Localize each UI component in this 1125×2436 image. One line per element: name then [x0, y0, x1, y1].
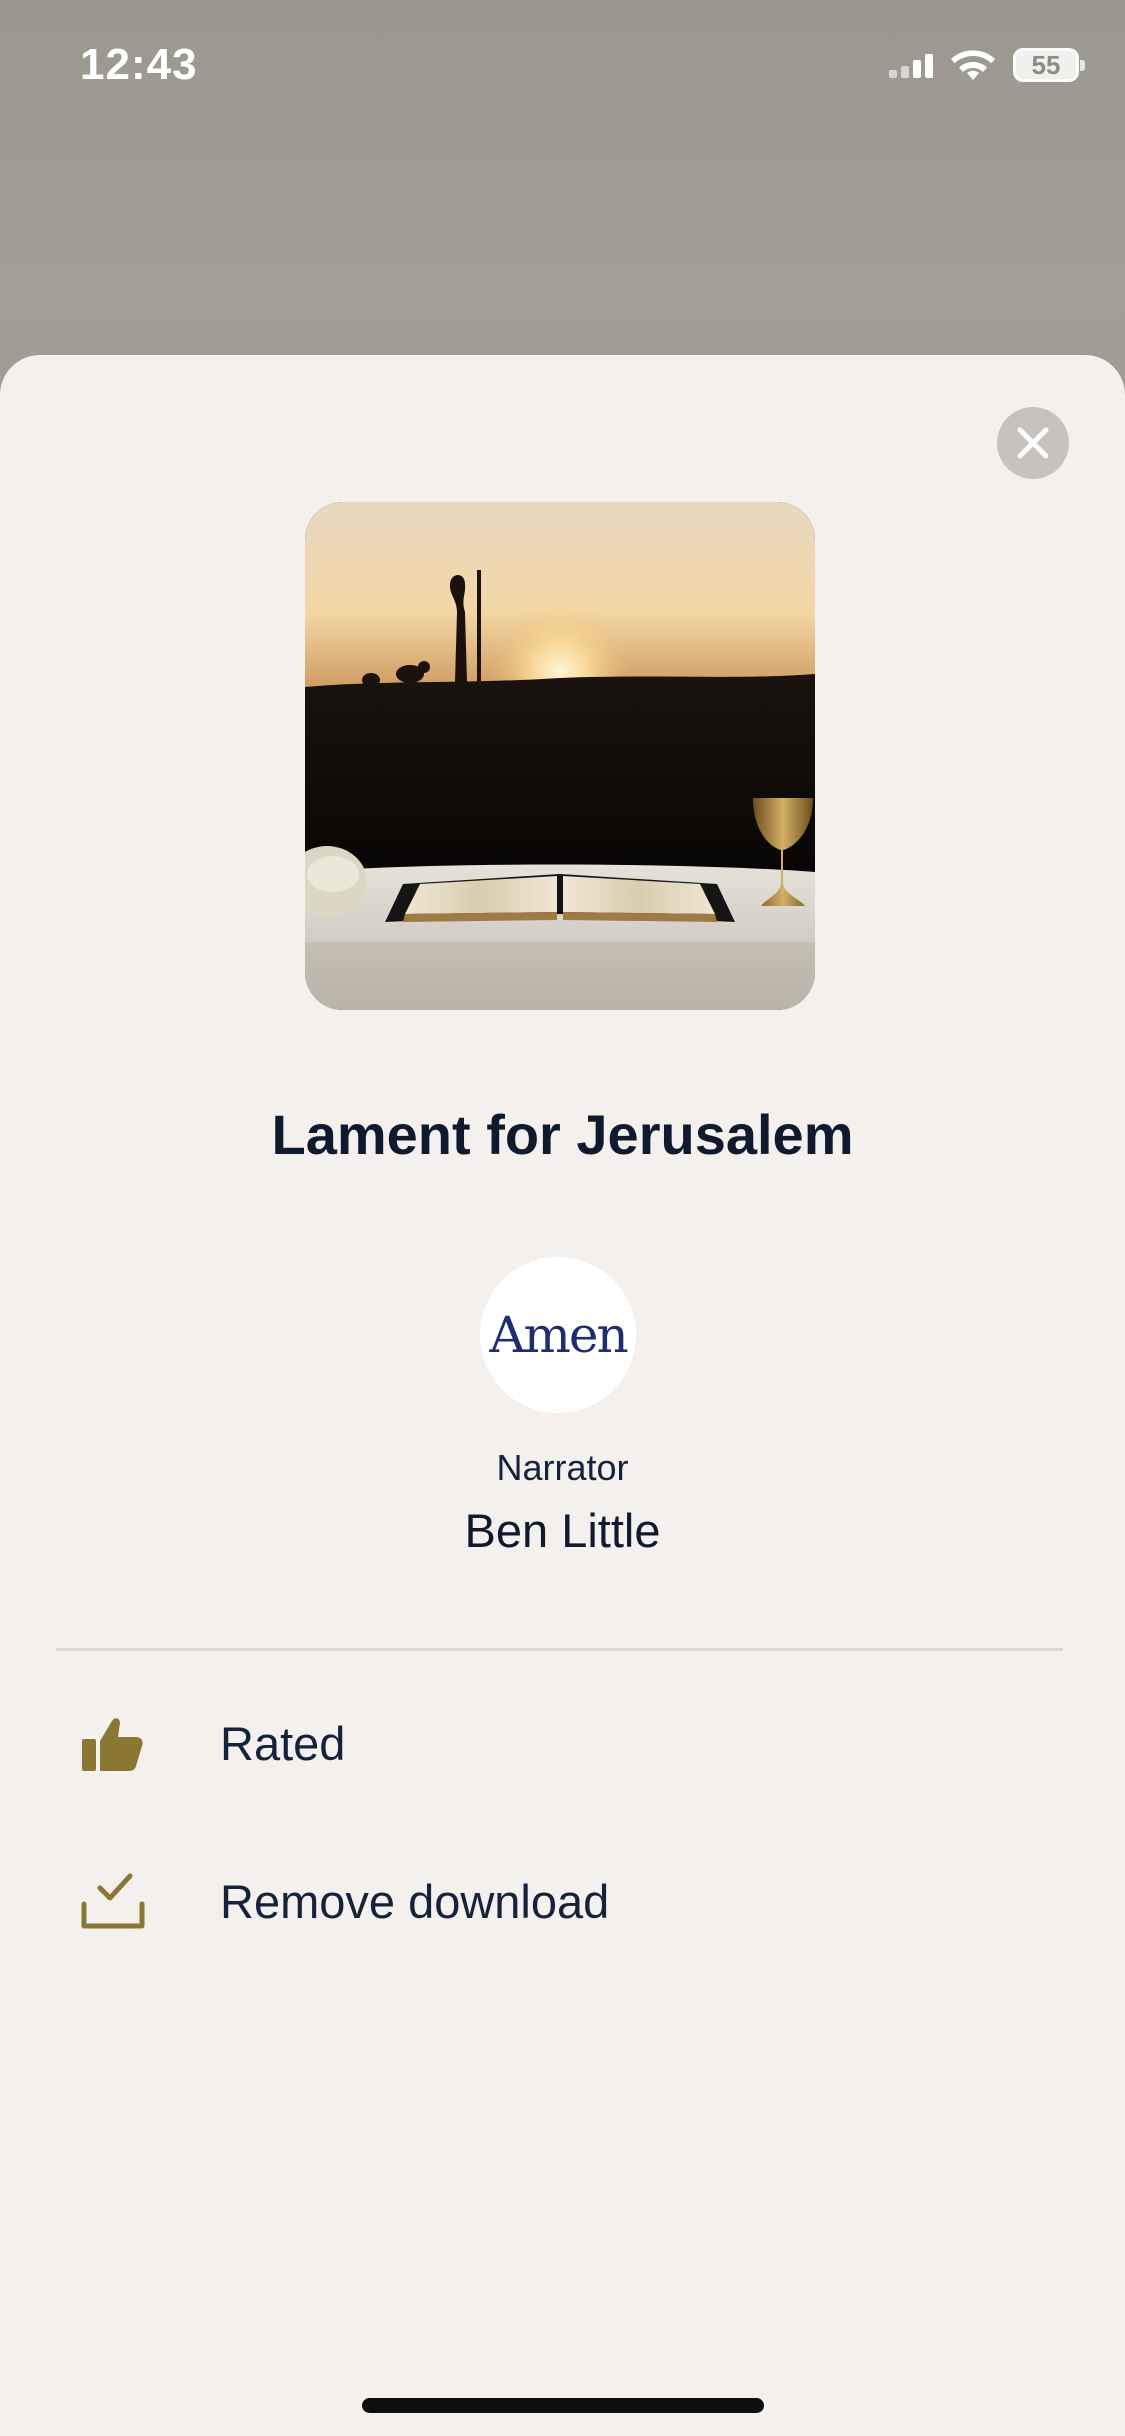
battery-icon: 55 — [1013, 48, 1085, 82]
episode-artwork — [305, 502, 815, 1010]
publisher-logo-text: Amen — [489, 1306, 628, 1364]
remove-download-action[interactable]: Remove download — [56, 1841, 1063, 1961]
download-check-icon — [56, 1870, 176, 1932]
close-button[interactable] — [997, 407, 1069, 479]
wifi-icon — [951, 50, 995, 80]
publisher-logo[interactable]: Amen — [480, 1257, 636, 1413]
screen: 12:43 55 Lament for Jerusalem Amen Narra… — [0, 0, 1125, 2436]
status-icons: 55 — [889, 48, 1085, 82]
cellular-signal-icon — [889, 52, 933, 78]
narrator-name[interactable]: Ben Little — [0, 1503, 1125, 1558]
episode-detail-sheet: Lament for Jerusalem Amen Narrator Ben L… — [0, 355, 1125, 2436]
home-indicator[interactable] — [362, 2398, 764, 2413]
artwork-image — [305, 502, 815, 1010]
thumbs-up-icon — [56, 1711, 176, 1775]
rated-label: Rated — [220, 1716, 346, 1770]
status-bar: 12:43 55 — [0, 0, 1125, 140]
close-icon — [1017, 427, 1049, 459]
battery-level: 55 — [1031, 49, 1061, 80]
divider — [56, 1648, 1063, 1651]
narrator-label: Narrator — [496, 1447, 629, 1488]
status-time: 12:43 — [80, 40, 198, 89]
rated-action[interactable]: Rated — [56, 1683, 1063, 1803]
remove-download-label: Remove download — [220, 1874, 610, 1928]
episode-title: Lament for Jerusalem — [271, 1103, 854, 1166]
